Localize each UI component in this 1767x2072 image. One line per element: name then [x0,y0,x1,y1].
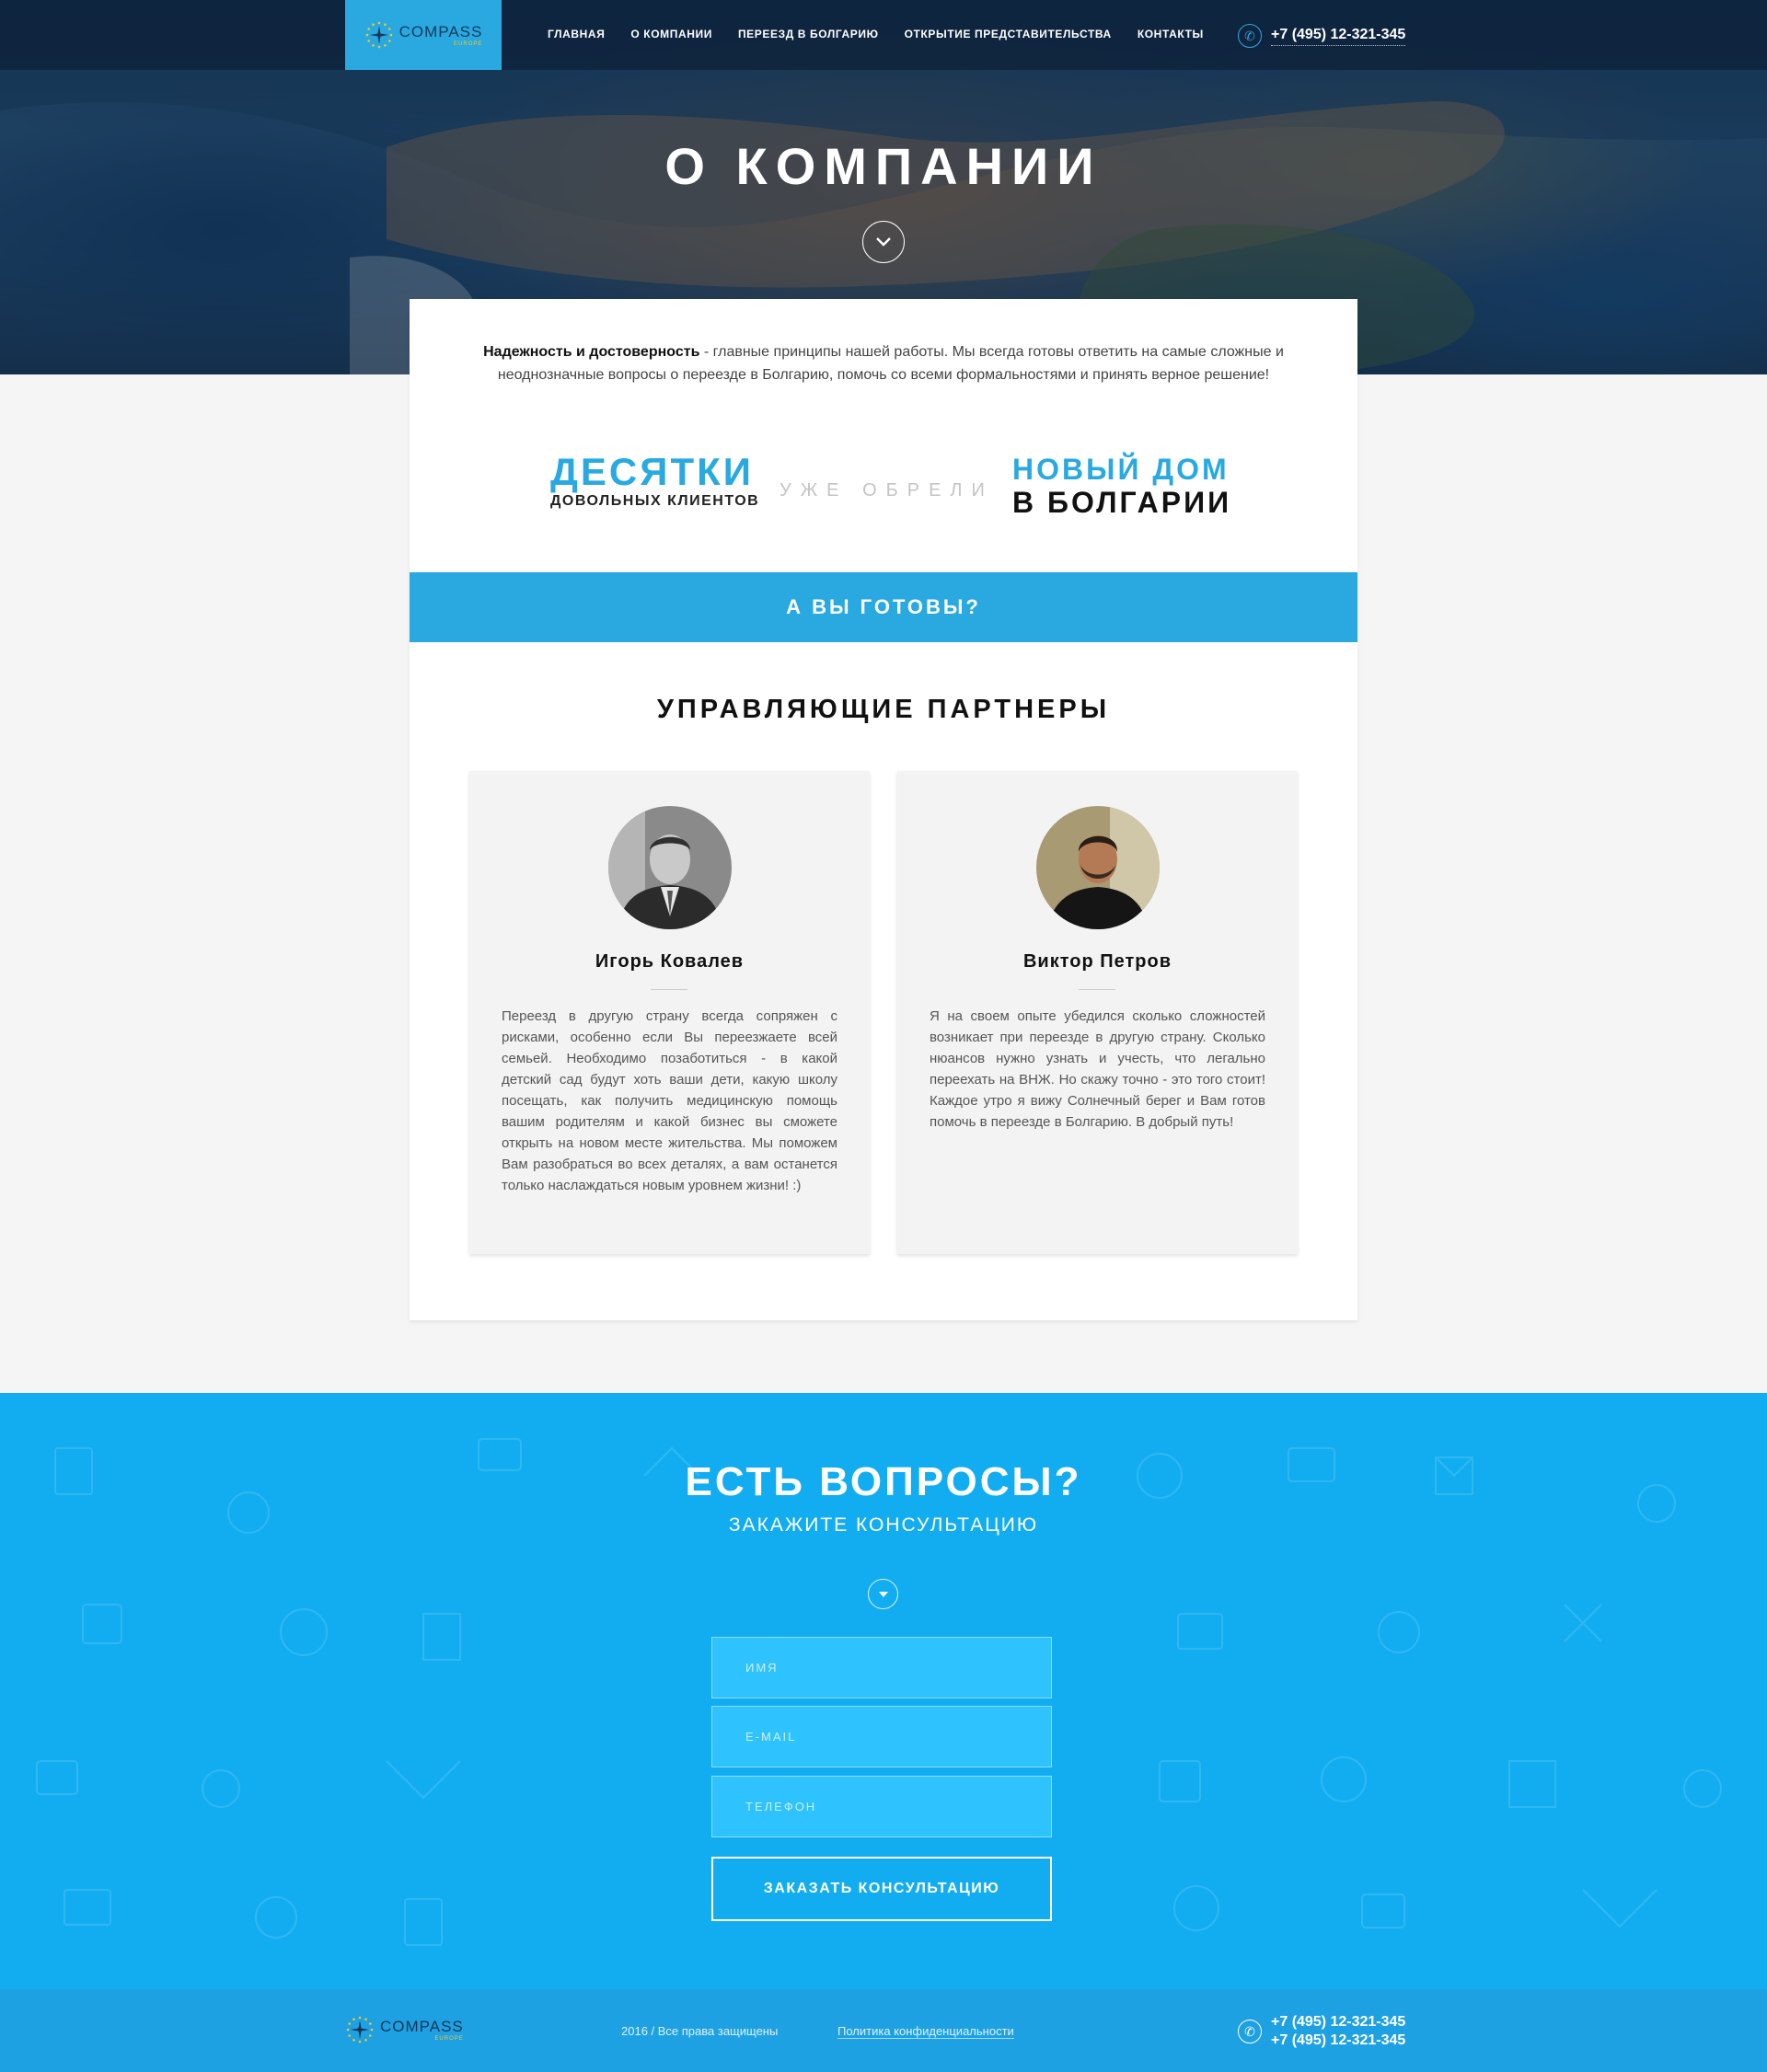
divider [651,989,687,990]
divider [1079,989,1115,990]
logo-text: COMPASS [398,22,483,40]
phone-field[interactable]: ТЕЛЕФОН [711,1776,1052,1837]
footer-logo[interactable]: COMPASS EUROPE [345,2015,464,2044]
contact-subtitle: ЗАКАЖИТЕ КОНСУЛЬТАЦИЮ [728,1514,1039,1536]
name-field[interactable]: ИМЯ [711,1637,1052,1698]
stat-left-small: ДОВОЛЬНЫХ КЛИЕНТОВ [550,493,760,509]
partner-description: Я на своем опыте убедился сколько сложно… [930,1008,1265,1130]
phone-icon: ✆ [1238,24,1262,48]
footer-phone: ✆ +7 (495) 12-321-345 +7 (495) 12-321-34… [1238,2013,1405,2050]
stat-right-bottom: В БОЛГАРИИ [1012,486,1232,519]
about-card: Надежность и достоверность - главные при… [410,299,1357,1320]
partners-title: УПРАВЛЯЮЩИЕ ПАРТНЕРЫ [656,695,1111,724]
header-phone-number[interactable]: +7 (495) 12-321-345 [1271,27,1406,46]
nav-item-about[interactable]: О КОМПАНИИ [630,28,712,40]
partner-name: Игорь Ковалев [595,951,745,972]
footer-logo-subtext: EUROPE [434,2035,464,2042]
stats-block: ДЕСЯТКИ ДОВОЛЬНЫХ КЛИЕНТОВ УЖЕ ОБРЕЛИ НО… [410,451,1357,534]
footer-phone-number[interactable]: +7 (495) 12-321-345 [1271,2032,1405,2050]
copyright-text: 2016 / Все права защищены [621,2024,779,2038]
compass-star-icon [365,21,392,49]
compass-star-icon [346,2016,374,2043]
stat-middle: УЖЕ ОБРЕЛИ [780,480,994,501]
caret-down-icon [878,1591,888,1597]
partner-name: Виктор Петров [1022,951,1172,972]
nav-item-home[interactable]: ГЛАВНАЯ [548,28,605,40]
top-navigation-bar: COMPASS EUROPE ГЛАВНАЯ О КОМПАНИИ ПЕРЕЕЗ… [0,0,1767,70]
contact-title: ЕСТЬ ВОПРОСЫ? [685,1459,1082,1504]
order-consultation-button[interactable]: ЗАКАЗАТЬ КОНСУЛЬТАЦИЮ [711,1857,1052,1921]
email-field[interactable]: E-MAIL [711,1706,1052,1767]
partner-card: Виктор Петров Я на своем опыте убедился … [897,771,1298,1254]
avatar [1036,806,1160,929]
partner-card: Игорь Ковалев Переезд в другую страну вс… [469,771,870,1254]
avatar [608,806,732,929]
header-phone: ✆ +7 (495) 12-321-345 [1238,24,1406,48]
stat-left-big: ДЕСЯТКИ [550,450,754,493]
nav-item-relocation[interactable]: ПЕРЕЕЗД В БОЛГАРИЮ [738,28,879,40]
intro-text: Надежность и достоверность - главные при… [465,340,1302,386]
stat-right-top: НОВЫЙ ДОМ [1012,453,1230,486]
footer-phone-number[interactable]: +7 (495) 12-321-345 [1271,2013,1405,2032]
partner-description: Переезд в другую страну всегда сопряжен … [502,1008,837,1193]
intro-bold: Надежность и достоверность [483,344,700,360]
privacy-policy-link[interactable]: Политика конфиденциальности [837,2024,1014,2039]
page-title: О КОМПАНИИ [664,137,1103,195]
nav-item-office[interactable]: ОТКРЫТИЕ ПРЕДСТАВИТЕЛЬСТВА [905,28,1112,40]
scroll-down-button[interactable] [868,1579,898,1609]
logo[interactable]: COMPASS EUROPE [345,0,502,70]
nav-item-contacts[interactable]: КОНТАКТЫ [1138,28,1204,40]
scroll-down-button[interactable] [862,221,905,263]
phone-icon: ✆ [1238,2020,1262,2043]
main-nav: ГЛАВНАЯ О КОМПАНИИ ПЕРЕЕЗД В БОЛГАРИЮ ОТ… [548,28,1204,40]
logo-subtext: EUROPE [454,40,483,47]
footer: COMPASS EUROPE 2016 / Все права защищены… [0,1989,1767,2072]
chevron-down-icon [876,237,891,247]
ready-button[interactable]: А ВЫ ГОТОВЫ? [410,572,1357,642]
contact-section: ЕСТЬ ВОПРОСЫ? ЗАКАЖИТЕ КОНСУЛЬТАЦИЮ ИМЯ … [0,1393,1767,1989]
footer-logo-text: COMPASS [380,2017,464,2035]
